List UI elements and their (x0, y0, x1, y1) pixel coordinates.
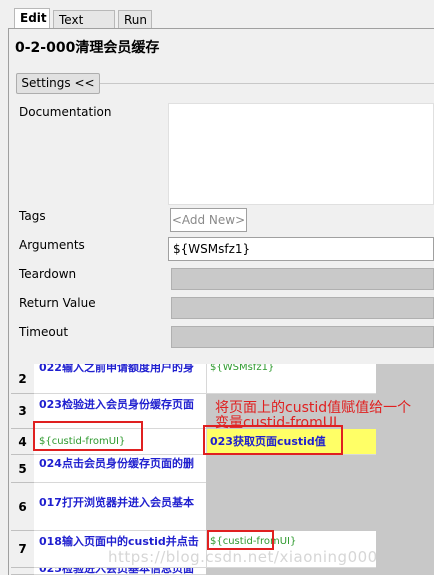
tab-edit[interactable]: Edit (14, 8, 50, 28)
documentation-label: Documentation (19, 105, 112, 119)
row-number-7[interactable]: 7 (11, 531, 34, 568)
timeout-label: Timeout (19, 325, 69, 339)
row-number-5[interactable]: 5 (11, 455, 34, 483)
editor-tab-bar: Edit Text Edit Run (0, 0, 434, 45)
settings-divider (100, 83, 434, 84)
row-number-6[interactable]: 6 (11, 483, 34, 531)
row-number-2[interactable]: 2 (11, 364, 34, 394)
tab-text-edit[interactable]: Text Edit (53, 10, 115, 45)
step-cell-keyword[interactable]: 022输入之前申请额度用户的身 (34, 364, 206, 394)
tab-run[interactable]: Run (118, 10, 152, 28)
watermark: https://blog.csdn.net/xiaoning000 (108, 548, 378, 566)
teardown-label: Teardown (19, 267, 77, 281)
step-cell-keyword[interactable]: 017打开浏览器并进入会员基本 (34, 483, 206, 531)
timeout-field[interactable] (171, 326, 434, 348)
step-cell-keyword[interactable]: 025检验进入会员基本信息页面 (34, 568, 206, 575)
row-number-3[interactable]: 3 (11, 394, 34, 429)
return-value-field[interactable] (171, 297, 434, 319)
row-number-4[interactable]: 4 (11, 429, 34, 455)
step-cell-argument[interactable]: ${WSMsfz1} (206, 364, 376, 394)
arguments-field[interactable]: ${WSMsfz1} (168, 237, 434, 261)
highlight-box-variable (33, 421, 143, 451)
settings-toggle-button[interactable]: Settings << (16, 73, 100, 94)
tags-label: Tags (19, 209, 46, 223)
step-cell-keyword[interactable]: 024点击会员身份缓存页面的删 (34, 455, 206, 483)
highlight-box-argument (207, 530, 274, 550)
keyword-title: 0-2-000清理会员缓存 (15, 40, 160, 56)
return-value-label: Return Value (19, 296, 96, 310)
annotation-text: 将页面上的custid值赋值给一个变量custid-fromUI (215, 400, 412, 431)
add-new-tag-button[interactable]: <Add New> (170, 208, 247, 232)
arguments-label: Arguments (19, 238, 85, 252)
teardown-field[interactable] (171, 268, 434, 290)
documentation-editor[interactable] (168, 103, 434, 205)
row-number-8[interactable] (11, 568, 34, 575)
